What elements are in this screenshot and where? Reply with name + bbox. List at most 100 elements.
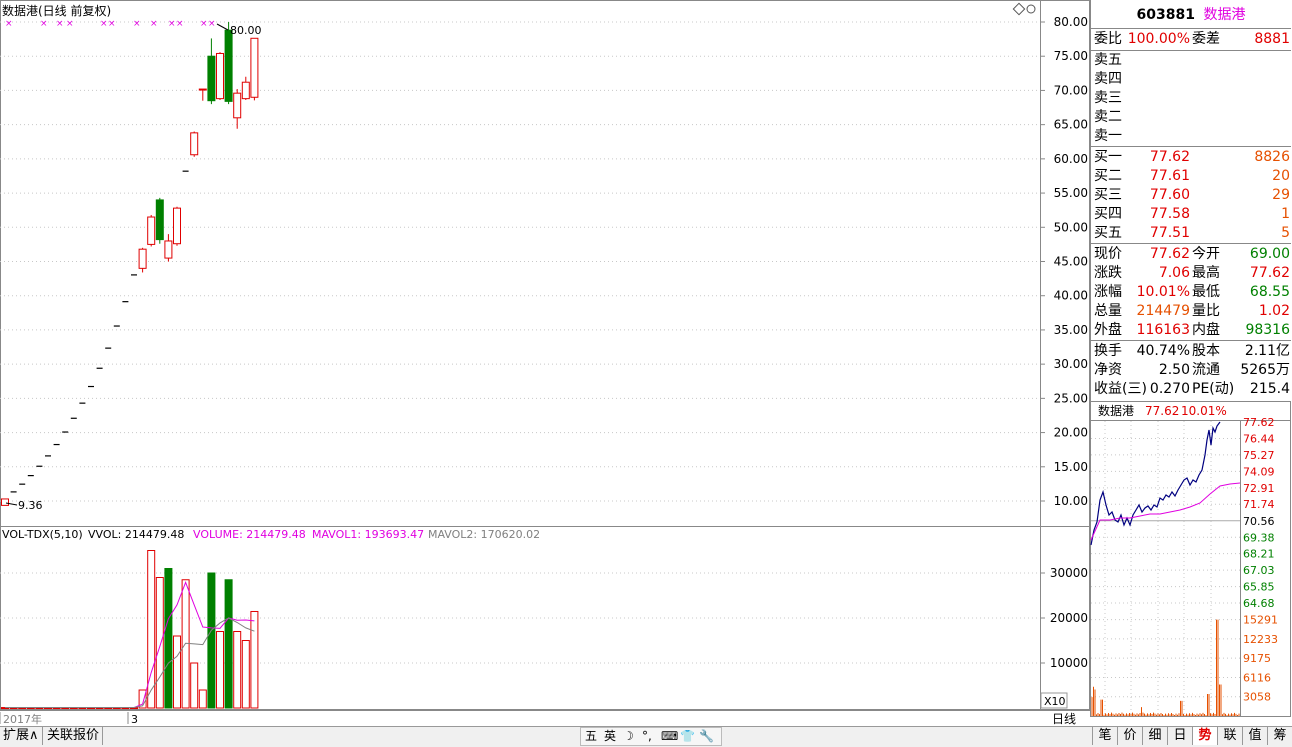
ime-toolbar[interactable]: 五英 ☽ °, ⌨ 👕 🔧 [580, 727, 722, 746]
sell-label: 卖二 [1094, 109, 1122, 125]
separator [1091, 28, 1291, 29]
volume-tick-label: 10000 [1050, 656, 1088, 670]
mini-vol-tick: 6116 [1243, 671, 1271, 684]
fundamental-row: 净资 2.50 流通 5265万 [1092, 361, 1290, 380]
candle-body [173, 207, 181, 245]
price-tick-label: 80.00 [1054, 15, 1088, 29]
bottom-tab[interactable]: 扩展∧ [0, 727, 43, 745]
buy-row[interactable]: 买五 77.51 5 [1092, 224, 1290, 243]
view-tab[interactable]: 细 [1142, 727, 1167, 745]
mini-avg-line [1090, 482, 1241, 541]
low-label: 9.36 [18, 499, 43, 512]
stat-value: 77.62 [1249, 265, 1290, 281]
sell-row: 卖四 [1092, 70, 1290, 89]
stat-row: 总量 214479 量比 1.02 [1092, 302, 1290, 321]
volume-bar [155, 577, 164, 709]
buy-row[interactable]: 买二 77.61 20 [1092, 167, 1290, 186]
price-tick-label: 60.00 [1054, 152, 1088, 166]
buy-volume: 20 [1272, 168, 1290, 184]
separator [1091, 340, 1291, 341]
candle [233, 89, 242, 129]
price-tick-label: 35.00 [1054, 323, 1088, 337]
ime-button[interactable]: ☽ [623, 728, 634, 745]
mini-chart[interactable]: 77.62 76.44 75.27 74.09 72.91 71.74 70.56 69.38… [1090, 401, 1291, 717]
price-tick-label: 75.00 [1054, 49, 1088, 63]
ime-button[interactable]: °, [642, 728, 652, 745]
ime-button[interactable]: 👕 [680, 728, 695, 745]
sell-label: 卖五 [1094, 52, 1122, 68]
diamond-icon[interactable] [1012, 2, 1026, 16]
weibi-row: 委比 100.00% 委差 8881 [1092, 30, 1290, 49]
price-tick-label: 40.00 [1054, 289, 1088, 303]
vol-indicator-label: VOL-TDX(5,10) [2, 528, 83, 541]
volume-tick-label: 30000 [1050, 566, 1088, 580]
sell-row: 卖一 [1092, 127, 1290, 146]
candle-body [250, 37, 259, 98]
mini-vol-tick: 12233 [1243, 633, 1278, 646]
buy-volume: 1 [1281, 206, 1290, 222]
candle-body [224, 29, 233, 102]
fund-value: 5265万 [1240, 362, 1290, 378]
high-label: 80.00 [230, 24, 262, 37]
view-tab[interactable]: 联 [1217, 727, 1242, 745]
sell-label: 卖三 [1094, 90, 1122, 106]
candle [190, 131, 199, 157]
mini-price-tick: 75.27 [1243, 449, 1275, 462]
candle-body [241, 81, 250, 100]
mini-volume-axis: 15291 12233 9175 6116 3058 [1091, 614, 1278, 704]
bottom-tab[interactable]: 关联报价 [44, 727, 104, 745]
signal-marker: × [100, 19, 108, 29]
ime-button[interactable]: 🔧 [699, 728, 714, 745]
stock-name: 数据港 [1203, 7, 1246, 23]
price-tick-label: 20.00 [1054, 426, 1088, 440]
sell-label: 卖四 [1094, 71, 1122, 87]
mini-price-tick: 77.62 [1243, 416, 1275, 429]
volume-bar [241, 640, 250, 709]
year-label: 2017年 [3, 712, 42, 726]
candlestick-series [1, 22, 259, 506]
signal-marker: × [133, 19, 141, 29]
fundamental-row: 换手 40.74% 股本 2.11亿 [1092, 342, 1290, 361]
candle [138, 247, 147, 273]
signal-marker: × [150, 19, 158, 29]
price-tick-label: 15.00 [1054, 460, 1088, 474]
stat-value: 68.55 [1249, 284, 1290, 300]
volume-bar [190, 662, 199, 709]
ime-button[interactable]: 五 [585, 728, 597, 745]
mavol2-label: MAVOL2: 170620.02 [428, 528, 540, 541]
view-tab[interactable]: 筹 [1267, 727, 1292, 745]
candle-body [1, 498, 9, 506]
view-tab[interactable]: 日 [1167, 727, 1192, 745]
candle-body [190, 132, 199, 156]
stat-row: 现价 77.62 今开 69.00 [1092, 245, 1290, 264]
stat-row: 涨幅 10.01% 最低 68.55 [1092, 283, 1290, 302]
buy-row[interactable]: 买三 77.60 29 [1092, 186, 1290, 205]
mini-volume-bars [1091, 619, 1240, 716]
view-tab[interactable]: 笔 [1092, 727, 1117, 745]
view-tab[interactable]: 势 [1192, 727, 1217, 745]
mini-vol-tick: 15291 [1243, 614, 1278, 627]
separator [1091, 146, 1291, 147]
quote-header: 603881 数据港 [1092, 6, 1290, 25]
mini-vol-tick: 9175 [1243, 652, 1271, 665]
sell-row: 卖五 [1092, 51, 1290, 70]
buy-row[interactable]: 买一 77.62 8826 [1092, 148, 1290, 167]
ime-button[interactable]: ⌨ [661, 728, 678, 745]
volume-tick-label: 20000 [1050, 611, 1088, 625]
signal-markers: × × × × × × × × × × × × [5, 19, 216, 29]
expand-icon[interactable] [1026, 4, 1036, 14]
ime-button[interactable]: 英 [604, 728, 616, 745]
period-label[interactable]: 日线 [1052, 712, 1076, 726]
view-tab[interactable]: 价 [1117, 727, 1142, 745]
view-tab[interactable]: 值 [1242, 727, 1267, 745]
price-tick-label: 25.00 [1054, 391, 1088, 405]
buy-volume: 5 [1281, 225, 1290, 241]
signal-marker: × [40, 19, 48, 29]
buy-row[interactable]: 买四 77.58 1 [1092, 205, 1290, 224]
mini-price-tick: 65.85 [1243, 581, 1275, 594]
volume-bar [147, 550, 156, 709]
mini-price-tick: 74.09 [1243, 465, 1275, 478]
buy-volume: 29 [1272, 187, 1290, 203]
candle [164, 234, 173, 262]
mini-vol-tick: 3058 [1243, 691, 1271, 704]
